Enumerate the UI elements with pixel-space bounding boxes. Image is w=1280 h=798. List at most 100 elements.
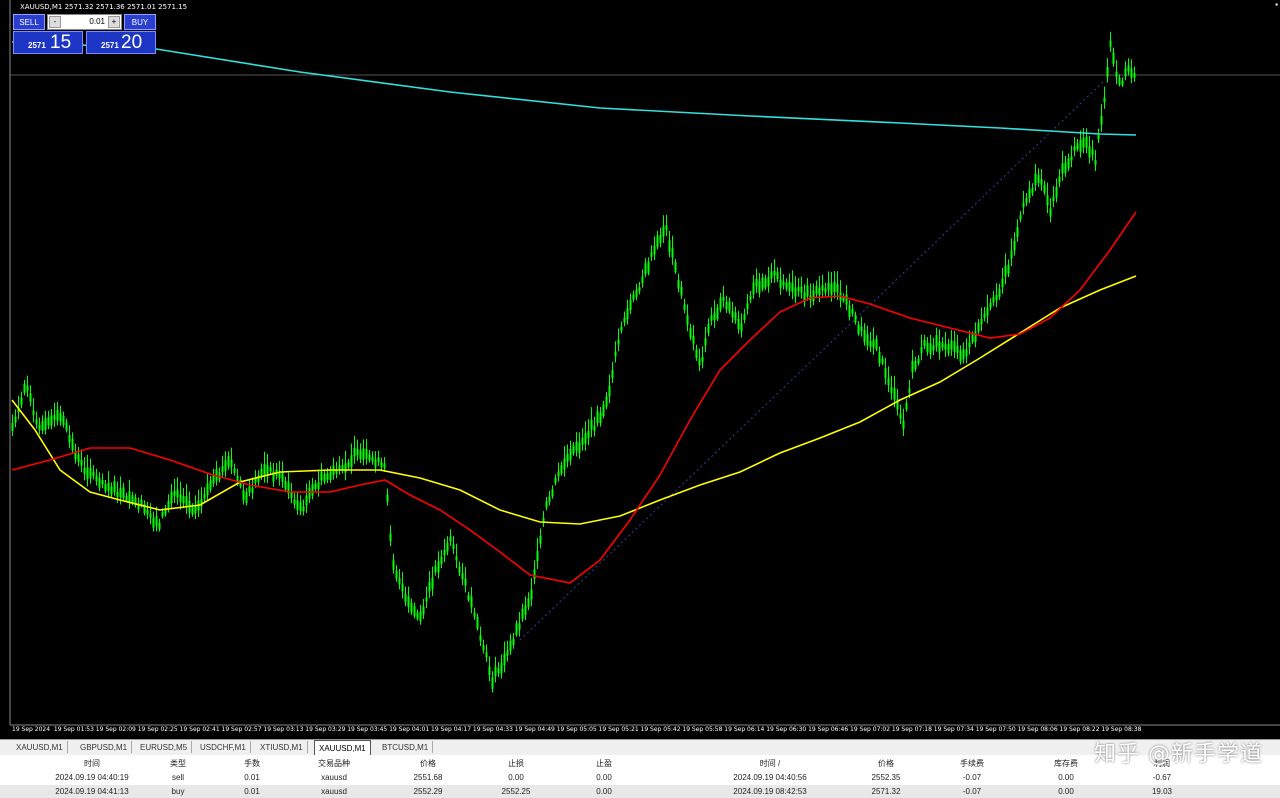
sell-price-box[interactable]: 2571 15 [13, 31, 83, 54]
tab-eurusd-m5[interactable]: EURUSD,M5 [136, 741, 193, 753]
candle-body [1097, 134, 1100, 140]
candle-body [1004, 266, 1007, 277]
candle-body [440, 556, 443, 564]
tab-xauusd-m1[interactable]: XAUUSD,M1 [12, 741, 68, 753]
candle-body [581, 437, 584, 445]
candle-body [110, 486, 113, 495]
column-header[interactable]: 时间 [84, 758, 100, 769]
column-header[interactable]: 手续费 [960, 758, 984, 769]
candle-body [707, 324, 710, 334]
candle-body [413, 606, 416, 617]
candle-body [875, 338, 878, 350]
chart-tabs-bar: XAUUSD,M1 GBPUSD,M1 EURUSD,M5 USDCHF,M1 XTIU… [0, 739, 1280, 755]
candle-body [161, 511, 164, 517]
lot-size-field[interactable]: - 0.01 + [47, 14, 122, 30]
candle-body [356, 448, 359, 456]
candle-body [512, 639, 515, 646]
time-tick-label: 19 Sep 01:53 [53, 726, 94, 733]
candle-body [998, 288, 1001, 297]
candle-body [659, 235, 662, 244]
chart-area[interactable]: XAUUSD,M1 2571.32 2571.36 2571.01 2571.1… [0, 0, 1280, 739]
candle-body [905, 402, 908, 410]
sell-button[interactable]: SELL [13, 14, 45, 30]
candle-body [959, 350, 962, 362]
candle-body [974, 331, 977, 342]
candle-body [1085, 136, 1088, 149]
candle-body [773, 270, 776, 276]
candle-body [761, 277, 764, 289]
price-chart[interactable] [0, 0, 1280, 739]
candle-body [1028, 188, 1031, 199]
candle-body [986, 307, 989, 316]
candle-body [995, 294, 998, 301]
candle-body [983, 313, 986, 318]
candle-body [572, 445, 575, 454]
candle-body [1049, 208, 1052, 217]
time-tick-label: 19 Sep 05:42 [640, 726, 681, 733]
candle-body [887, 378, 890, 386]
time-tick-label: 19 Sep 02:41 [179, 726, 220, 733]
candle-body [893, 388, 896, 400]
candle-body [833, 281, 836, 293]
column-header[interactable]: 手数 [244, 758, 260, 769]
candle-body [851, 308, 854, 314]
candle-body [1082, 137, 1085, 148]
candle-body [890, 386, 893, 394]
candle-body [203, 494, 206, 499]
candle-body [338, 465, 341, 470]
table-row[interactable]: 2024.09.19 04:41:13 buy 0.01 xauusd 2552.29 2… [0, 785, 1280, 798]
candle-body [527, 598, 530, 607]
candle-body [695, 349, 698, 358]
tab-btcusd-m1[interactable]: BTCUSD,M1 [378, 741, 434, 753]
lot-increase-button[interactable]: + [108, 16, 120, 28]
table-row[interactable]: 2024.09.19 04:40:19 sell 0.01 xauusd 2551.68… [0, 771, 1280, 784]
candle-body [494, 666, 497, 677]
column-header[interactable]: 止损 [508, 758, 524, 769]
tab-xauusd-m1-active[interactable]: XAUUSD,M1 [314, 740, 371, 755]
candle-body [767, 277, 770, 287]
column-header[interactable]: 类型 [170, 758, 186, 769]
time-tick-label: 19 Sep 07:50 [975, 726, 1016, 733]
candle-body [377, 457, 380, 463]
table-cell: xauusd [321, 773, 347, 782]
candle-body [1061, 163, 1064, 174]
column-header[interactable]: 价格 [420, 758, 436, 769]
tab-xtiusd-m1[interactable]: XTIUSD,M1 [256, 741, 308, 753]
lot-size-value: 0.01 [89, 17, 105, 26]
candle-body [83, 467, 86, 474]
chart-close-mark[interactable]: ▪ [1275, 0, 1278, 9]
tab-gbpusd-m1[interactable]: GBPUSD,M1 [76, 741, 133, 753]
candle-body [545, 501, 548, 508]
candle-body [653, 245, 656, 255]
tab-usdchf-m1[interactable]: USDCHF,M1 [196, 741, 251, 753]
candle-body [692, 335, 695, 344]
candle-body [590, 419, 593, 430]
buy-button[interactable]: BUY [124, 14, 156, 30]
candle-body [1103, 97, 1106, 103]
candle-body [533, 569, 536, 579]
candle-body [29, 393, 32, 402]
candle-body [701, 357, 704, 362]
candle-body [20, 397, 23, 405]
table-cell: 0.01 [244, 787, 260, 796]
candle-body [38, 424, 41, 431]
candle-body [881, 358, 884, 364]
column-header[interactable]: 交易品种 [318, 758, 350, 769]
candle-body [1064, 162, 1067, 173]
lot-decrease-button[interactable]: - [49, 16, 61, 28]
column-header[interactable]: 时间 / [760, 758, 780, 769]
buy-price-box[interactable]: 2571 20 [86, 31, 156, 54]
candle-body [641, 276, 644, 284]
candle-body [269, 466, 272, 472]
column-header[interactable]: 止盈 [596, 758, 612, 769]
candle-body [398, 577, 401, 585]
column-header[interactable]: 库存费 [1054, 758, 1078, 769]
candle-body [593, 426, 596, 431]
candle-body [599, 412, 602, 424]
candle-body [824, 288, 827, 293]
candle-body [1007, 264, 1010, 274]
candle-body [1100, 115, 1103, 125]
candle-body [344, 463, 347, 473]
column-header[interactable]: 价格 [878, 758, 894, 769]
candle-body [587, 430, 590, 439]
